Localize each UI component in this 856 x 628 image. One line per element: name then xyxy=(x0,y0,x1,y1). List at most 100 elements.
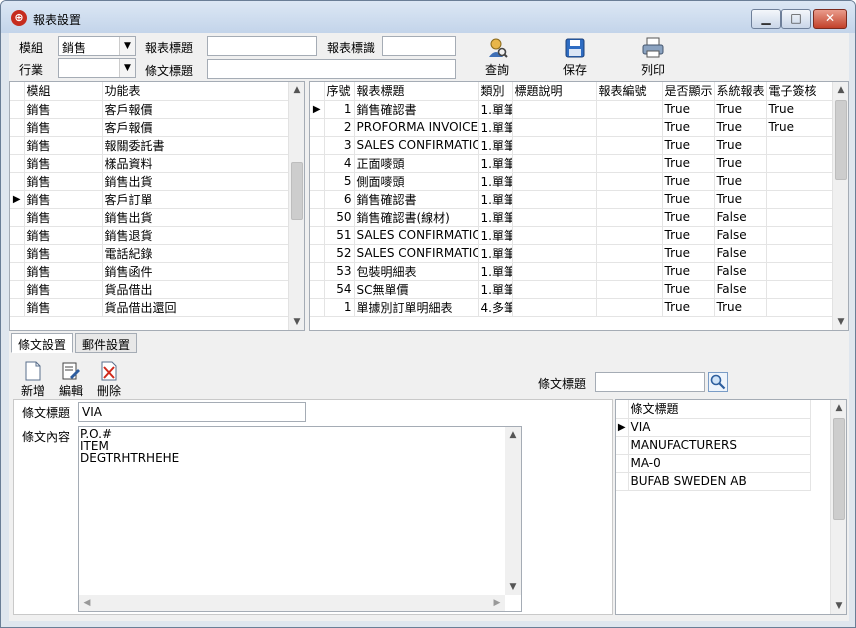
table-cell[interactable] xyxy=(512,172,597,191)
table-cell[interactable] xyxy=(596,100,663,119)
table-row[interactable]: 銷售 樣品資料 xyxy=(10,154,291,173)
left-grid-scrollbar[interactable]: ▲ ▼ xyxy=(288,82,304,330)
table-cell[interactable]: True xyxy=(714,172,767,191)
table-cell[interactable]: 貨品借出還回 xyxy=(102,298,291,317)
content-vscrollbar[interactable]: ▲ ▼ xyxy=(505,427,521,595)
table-cell[interactable]: PROFORMA INVOICE xyxy=(354,118,479,137)
column-header[interactable]: 標題說明 xyxy=(512,82,597,101)
row-header[interactable] xyxy=(310,118,325,137)
table-cell[interactable]: 銷售 xyxy=(24,244,103,263)
table-cell[interactable]: 1.單筆 xyxy=(478,172,513,191)
table-cell[interactable]: 52 xyxy=(324,244,355,263)
table-cell[interactable]: 銷售 xyxy=(24,190,103,209)
scroll-up-icon[interactable]: ▲ xyxy=(289,82,304,98)
industry-select[interactable]: ▼ xyxy=(58,58,136,78)
table-cell[interactable]: SALES CONFIRMATION xyxy=(354,136,479,155)
table-cell[interactable]: 1 xyxy=(324,100,355,119)
column-header[interactable]: 類別 xyxy=(478,82,513,101)
table-cell[interactable]: False xyxy=(714,208,767,227)
table-row[interactable]: 54SC無單價1.單筆 TrueFalse xyxy=(310,280,833,299)
table-cell[interactable] xyxy=(512,118,597,137)
table-cell[interactable]: 1.單筆 xyxy=(478,226,513,245)
scroll-thumb[interactable] xyxy=(833,418,845,520)
row-header[interactable] xyxy=(10,136,25,155)
table-cell[interactable]: True xyxy=(662,226,715,245)
table-cell[interactable]: 報關委託書 xyxy=(102,136,291,155)
row-header[interactable] xyxy=(616,436,629,455)
table-cell[interactable]: VIA xyxy=(628,418,811,437)
table-cell[interactable]: 54 xyxy=(324,280,355,299)
table-cell[interactable]: 貨品借出 xyxy=(102,280,291,299)
table-cell[interactable]: SALES CONFIRMATION xyxy=(354,244,479,263)
table-cell[interactable]: 6 xyxy=(324,190,355,209)
list-item[interactable]: MA-0 xyxy=(616,454,811,473)
table-cell[interactable]: True xyxy=(714,298,767,317)
table-row[interactable]: 銷售 電話紀錄 xyxy=(10,244,291,263)
table-cell[interactable]: 樣品資料 xyxy=(102,154,291,173)
table-cell[interactable] xyxy=(596,154,663,173)
row-header[interactable] xyxy=(310,190,325,209)
table-cell[interactable]: 客戶訂單 xyxy=(102,190,291,209)
module-select[interactable]: 銷售 ▼ xyxy=(58,36,136,56)
table-cell[interactable]: True xyxy=(662,298,715,317)
table-cell[interactable]: True xyxy=(662,154,715,173)
table-cell[interactable]: True xyxy=(714,136,767,155)
table-cell[interactable] xyxy=(596,136,663,155)
row-header[interactable] xyxy=(10,298,25,317)
column-header[interactable]: 功能表 xyxy=(102,82,291,101)
tab-clause-settings[interactable]: 條文設置 xyxy=(11,333,74,353)
column-header[interactable]: 模組 xyxy=(24,82,103,101)
table-cell[interactable] xyxy=(596,190,663,209)
table-row[interactable]: 銷售 銷售出貨 xyxy=(10,172,291,191)
table-cell[interactable]: True xyxy=(766,100,833,119)
table-cell[interactable]: True xyxy=(662,280,715,299)
table-cell[interactable]: MANUFACTURERS xyxy=(628,436,811,455)
table-row[interactable]: 53包裝明細表1.單筆 TrueFalse xyxy=(310,262,833,281)
clause-list-scrollbar[interactable]: ▲ ▼ xyxy=(830,400,846,614)
table-cell[interactable]: 銷售 xyxy=(24,226,103,245)
table-cell[interactable]: 2 xyxy=(324,118,355,137)
table-cell[interactable]: 正面嘜頭 xyxy=(354,154,479,173)
scroll-left-icon[interactable]: ◀ xyxy=(79,595,95,611)
list-item[interactable]: MANUFACTURERS xyxy=(616,436,811,455)
table-row[interactable]: 1單據別訂單明細表4.多筆 TrueTrue xyxy=(310,298,833,317)
table-cell[interactable]: 51 xyxy=(324,226,355,245)
row-header[interactable] xyxy=(310,298,325,317)
table-cell[interactable]: 銷售確認書(線材) xyxy=(354,208,479,227)
table-cell[interactable]: MA-0 xyxy=(628,454,811,473)
scroll-right-icon[interactable]: ▶ xyxy=(489,595,505,611)
list-item[interactable]: BUFAB SWEDEN AB xyxy=(616,472,811,491)
table-cell[interactable]: True xyxy=(662,244,715,263)
table-row[interactable]: ▶1銷售確認書1.單筆TrueTrueTrue xyxy=(310,100,833,119)
table-cell[interactable]: 銷售 xyxy=(24,100,103,119)
table-cell[interactable]: 5 xyxy=(324,172,355,191)
table-row[interactable]: 52SALES CONFIRMATION1.單筆 TrueFalse xyxy=(310,244,833,263)
table-cell[interactable]: 銷售 xyxy=(24,154,103,173)
row-header[interactable] xyxy=(10,226,25,245)
table-cell[interactable]: 3 xyxy=(324,136,355,155)
table-cell[interactable] xyxy=(596,298,663,317)
row-header[interactable] xyxy=(10,172,25,191)
table-row[interactable]: 2PROFORMA INVOICE1.單筆TrueTrueTrue xyxy=(310,118,833,137)
table-cell[interactable] xyxy=(512,280,597,299)
table-cell[interactable]: 4 xyxy=(324,154,355,173)
table-cell[interactable]: False xyxy=(714,226,767,245)
column-header[interactable]: 電子簽核 xyxy=(766,82,833,101)
table-row[interactable]: 銷售 客戶報價 xyxy=(10,100,291,119)
row-header[interactable] xyxy=(310,154,325,173)
column-header[interactable]: 序號 xyxy=(324,82,355,101)
chevron-down-icon[interactable]: ▼ xyxy=(119,59,135,77)
table-cell[interactable]: 1.單筆 xyxy=(478,280,513,299)
scroll-down-icon[interactable]: ▼ xyxy=(831,598,846,614)
table-cell[interactable]: 單據別訂單明細表 xyxy=(354,298,479,317)
column-header[interactable]: 報表編號 xyxy=(596,82,663,101)
table-cell[interactable] xyxy=(512,154,597,173)
list-item[interactable]: ▶ VIA xyxy=(616,418,811,437)
table-cell[interactable] xyxy=(512,262,597,281)
table-cell[interactable]: 側面嘜頭 xyxy=(354,172,479,191)
table-cell[interactable]: 客戶報價 xyxy=(102,118,291,137)
table-cell[interactable] xyxy=(596,280,663,299)
table-cell[interactable] xyxy=(596,244,663,263)
close-button[interactable]: ✕ xyxy=(813,9,847,29)
column-header[interactable]: 是否顯示 xyxy=(662,82,715,101)
